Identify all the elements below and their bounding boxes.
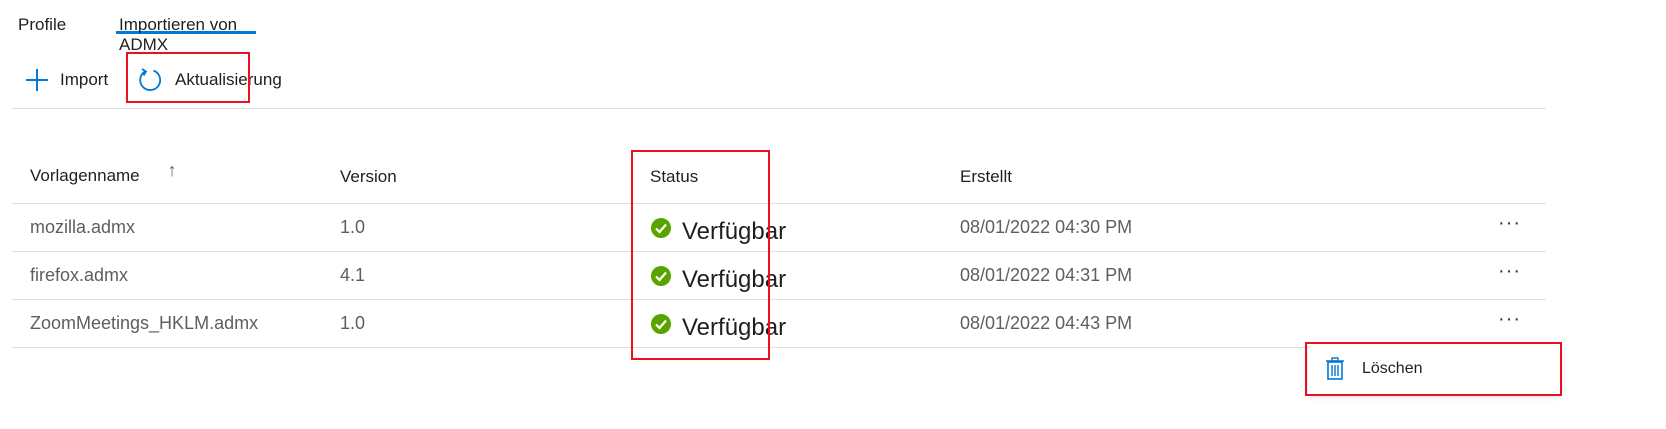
more-options-button[interactable]: ··· bbox=[1498, 308, 1521, 331]
check-circle-icon bbox=[650, 313, 672, 335]
template-created: 08/01/2022 04:30 PM bbox=[960, 217, 1133, 237]
check-circle-icon bbox=[650, 265, 672, 287]
tab-bar: Profile Importieren von ADMX bbox=[18, 0, 256, 54]
template-name: ZoomMeetings_HKLM.admx bbox=[30, 313, 259, 333]
sort-ascending-icon[interactable]: ↑ bbox=[168, 160, 177, 181]
template-created: 08/01/2022 04:43 PM bbox=[960, 313, 1133, 333]
template-name: firefox.admx bbox=[30, 265, 129, 285]
column-header-created[interactable]: Erstellt bbox=[960, 167, 1012, 187]
column-header-version[interactable]: Version bbox=[340, 167, 397, 187]
template-created: 08/01/2022 04:31 PM bbox=[960, 265, 1133, 285]
delete-menu-item-label: Löschen bbox=[1362, 360, 1423, 377]
more-options-button[interactable]: ··· bbox=[1498, 212, 1521, 235]
template-status: Verfügbar bbox=[650, 310, 786, 341]
template-version: 4.1 bbox=[340, 265, 366, 285]
refresh-button-label: Aktualisierung bbox=[175, 70, 282, 89]
refresh-button[interactable]: Aktualisierung bbox=[137, 62, 282, 98]
tab-profiles[interactable]: Profile bbox=[18, 0, 116, 34]
context-menu-delete[interactable]: Löschen bbox=[1308, 344, 1560, 394]
template-name: mozilla.admx bbox=[30, 217, 136, 237]
more-options-button[interactable]: ··· bbox=[1498, 260, 1521, 283]
table-row[interactable]: mozilla.admx 1.0 Verfügbar 08/01/2022 04… bbox=[12, 204, 1546, 252]
refresh-icon bbox=[137, 67, 163, 93]
template-version: 1.0 bbox=[340, 217, 366, 237]
admx-templates-table: Vorlagenname ↑ Version Status Erstellt mo… bbox=[12, 150, 1546, 348]
import-button-label: Import bbox=[60, 70, 109, 89]
command-bar: Import Aktualisierung bbox=[12, 56, 1546, 109]
template-version: 1.0 bbox=[340, 313, 366, 333]
table-row[interactable]: ZoomMeetings_HKLM.admx 1.0 Verfügbar 08/… bbox=[12, 300, 1546, 348]
import-button[interactable]: Import bbox=[24, 62, 108, 98]
table-row[interactable]: firefox.admx 4.1 Verfügbar 08/01/2022 04… bbox=[12, 252, 1546, 300]
template-status: Verfügbar bbox=[650, 214, 786, 245]
tab-import-admx[interactable]: Importieren von ADMX bbox=[116, 0, 256, 54]
table-header-row: Vorlagenname ↑ Version Status Erstellt bbox=[12, 150, 1546, 204]
trash-icon bbox=[1324, 357, 1346, 381]
column-header-status[interactable]: Status bbox=[650, 167, 698, 187]
template-status: Verfügbar bbox=[650, 262, 786, 293]
plus-icon bbox=[24, 67, 50, 93]
check-circle-icon bbox=[650, 217, 672, 239]
column-header-template-name[interactable]: Vorlagenname ↑ bbox=[30, 160, 177, 187]
